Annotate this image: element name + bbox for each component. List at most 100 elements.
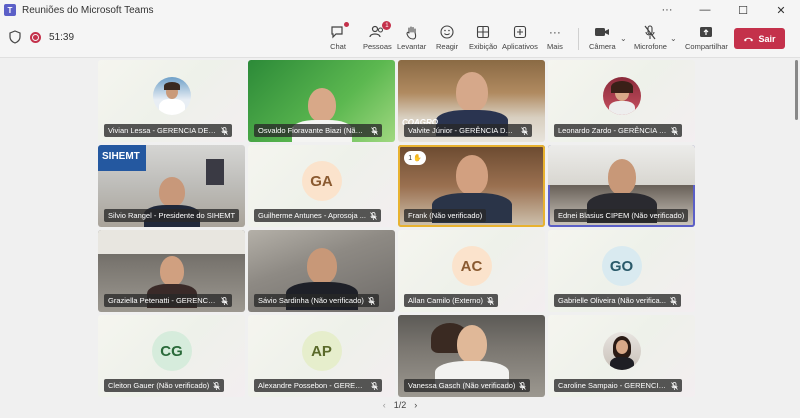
phone-hangup-icon bbox=[744, 37, 754, 41]
microphone-options-chevron-icon[interactable]: ⌄ bbox=[670, 34, 677, 43]
react-button[interactable]: Reagir bbox=[436, 24, 458, 56]
raise-hand-icon: ✋ bbox=[413, 155, 422, 162]
avatar bbox=[602, 332, 641, 370]
window-title: Reuniões do Microsoft Teams bbox=[22, 4, 154, 16]
participant-tile[interactable]: SIHEMT Silvio Rangel - Presidente do SIH… bbox=[98, 145, 245, 227]
view-icon bbox=[476, 24, 490, 40]
background-banner: SIHEMT bbox=[98, 145, 146, 171]
participant-name-tag: Sávio Sardinha (Não verificado) bbox=[254, 294, 379, 307]
microphone-button[interactable]: Microfone bbox=[634, 24, 667, 56]
chat-icon bbox=[330, 22, 349, 40]
meeting-toolbar: 51:39 Chat 1 Pessoas Levantar Reagir Exi… bbox=[0, 20, 800, 58]
meeting-timer: 51:39 bbox=[49, 31, 75, 43]
participant-name-tag: Graziella Petenatti - GERENCIA... bbox=[104, 294, 232, 307]
mic-off-icon bbox=[521, 126, 528, 135]
participant-name-tag: Ednei Blasius CIPEM (Não verificado) bbox=[554, 209, 689, 222]
camera-options-chevron-icon[interactable]: ⌄ bbox=[620, 34, 627, 43]
recording-icon bbox=[30, 31, 41, 43]
wall-picture bbox=[206, 159, 224, 185]
camera-button[interactable]: Câmera bbox=[589, 24, 616, 56]
next-page-chevron-icon[interactable]: › bbox=[414, 400, 417, 410]
teams-icon: T bbox=[4, 4, 16, 16]
participant-tile[interactable]: Vanessa Gasch (Não verificado) bbox=[398, 315, 545, 397]
mic-off-icon bbox=[371, 381, 378, 390]
participant-tile[interactable]: Vivian Lessa - GERENCIA DE C... bbox=[98, 60, 245, 142]
participant-tile[interactable]: 1 ✋ Frank (Não verificado) bbox=[398, 145, 545, 227]
participant-name-tag: Guilherme Antunes - Aprosoja ... bbox=[254, 209, 381, 222]
more-button[interactable]: ··· Mais bbox=[547, 24, 563, 56]
avatar bbox=[152, 77, 191, 115]
participant-name-tag: Osvaldo Fioravante Biazi (Não ... bbox=[254, 124, 382, 137]
toolbar-divider bbox=[578, 28, 579, 50]
avatar: AC bbox=[451, 246, 492, 286]
mic-off-icon bbox=[519, 381, 527, 390]
participant-tile[interactable]: Ednei Blasius CIPEM (Não verificado) bbox=[548, 145, 695, 227]
mic-off-icon bbox=[370, 211, 377, 220]
raise-hand-button[interactable]: Levantar bbox=[397, 24, 426, 56]
participant-name-tag: Gabrielle Oliveira (Não verifica... bbox=[554, 294, 681, 307]
raise-hand-icon bbox=[405, 24, 419, 40]
close-window-button[interactable]: ✕ bbox=[762, 0, 800, 20]
leave-button[interactable]: Sair bbox=[734, 28, 785, 49]
more-options-button[interactable]: ··· bbox=[648, 0, 686, 20]
participant-tile[interactable]: Graziella Petenatti - GERENCIA... bbox=[98, 230, 245, 312]
mic-off-icon bbox=[368, 296, 375, 305]
apps-button[interactable]: Aplicativos bbox=[502, 24, 538, 56]
window-controls: ··· — ☐ ✕ bbox=[648, 0, 800, 20]
mic-off-icon bbox=[671, 126, 678, 135]
chat-button[interactable]: Chat bbox=[330, 22, 349, 56]
participant-name-tag: Allan Camilo (Externo) bbox=[404, 294, 499, 307]
previous-page-chevron-icon[interactable]: ‹ bbox=[383, 400, 386, 410]
mic-off-icon bbox=[671, 381, 678, 390]
avatar: CG bbox=[151, 331, 192, 371]
participant-name-tag: Vivian Lessa - GERENCIA DE C... bbox=[104, 124, 232, 137]
participant-name-tag: Silvio Rangel - Presidente do SIHEMT bbox=[104, 209, 240, 222]
avatar: AP bbox=[301, 331, 342, 371]
participant-name-tag: Caroline Sampaio - GERENCIA ... bbox=[554, 379, 682, 392]
participant-tile[interactable]: COAGRO Valvite Júnior - GERÊNCIA DE E... bbox=[398, 60, 545, 142]
participant-tile[interactable]: CG Cleiton Gauer (Não verificado) bbox=[98, 315, 245, 397]
participant-tile[interactable]: AC Allan Camilo (Externo) bbox=[398, 230, 545, 312]
participant-name-tag: Frank (Não verificado) bbox=[404, 209, 487, 222]
participant-tile[interactable]: Caroline Sampaio - GERENCIA ... bbox=[548, 315, 695, 397]
mic-off-icon bbox=[213, 381, 221, 390]
mic-off-icon bbox=[371, 126, 378, 135]
avatar: GO bbox=[601, 246, 642, 286]
share-button[interactable]: Compartilhar bbox=[685, 24, 728, 56]
participant-tile[interactable]: GA Guilherme Antunes - Aprosoja ... bbox=[248, 145, 395, 227]
participant-name-tag: Leonardo Zardo - GERÊNCIA D... bbox=[554, 124, 682, 137]
react-icon bbox=[440, 24, 454, 40]
participant-name-tag: Vanessa Gasch (Não verificado) bbox=[404, 379, 531, 392]
participant-tile[interactable]: AP Alexandre Possebon - GERENC... bbox=[248, 315, 395, 397]
raised-hand-badge: 1 ✋ bbox=[404, 151, 426, 165]
participant-tile[interactable]: Sávio Sardinha (Não verificado) bbox=[248, 230, 395, 312]
page-indicator: 1/2 bbox=[393, 400, 407, 410]
people-count-badge: 1 bbox=[382, 21, 392, 30]
maximize-button[interactable]: ☐ bbox=[724, 0, 762, 20]
mic-off-icon bbox=[670, 296, 677, 305]
people-icon: 1 bbox=[369, 21, 392, 40]
page-navigation: ‹ 1/2 › bbox=[0, 400, 800, 410]
participant-name-tag: Alexandre Possebon - GERENC... bbox=[254, 379, 382, 392]
participant-name-tag: Valvite Júnior - GERÊNCIA DE E... bbox=[404, 124, 532, 137]
mic-off-icon bbox=[221, 296, 228, 305]
mic-off-icon bbox=[221, 126, 228, 135]
participant-name-tag: Cleiton Gauer (Não verificado) bbox=[104, 379, 225, 392]
view-button[interactable]: Exibição bbox=[469, 24, 497, 56]
participant-tile[interactable]: GO Gabrielle Oliveira (Não verifica... bbox=[548, 230, 695, 312]
scrollbar[interactable] bbox=[795, 60, 798, 120]
camera-icon bbox=[594, 24, 610, 40]
people-button[interactable]: 1 Pessoas bbox=[363, 21, 392, 56]
participant-tile[interactable]: Osvaldo Fioravante Biazi (Não ... bbox=[248, 60, 395, 142]
shield-icon[interactable] bbox=[8, 30, 22, 44]
more-icon: ··· bbox=[548, 25, 561, 39]
minimize-button[interactable]: — bbox=[686, 0, 724, 20]
avatar bbox=[602, 77, 641, 115]
avatar: GA bbox=[301, 161, 342, 201]
mic-off-icon bbox=[487, 296, 494, 305]
title-bar: T Reuniões do Microsoft Teams ··· — ☐ ✕ bbox=[0, 0, 800, 20]
apps-icon bbox=[513, 24, 527, 40]
share-icon bbox=[699, 24, 713, 40]
participant-tile[interactable]: Leonardo Zardo - GERÊNCIA D... bbox=[548, 60, 695, 142]
mic-off-icon bbox=[643, 24, 657, 40]
